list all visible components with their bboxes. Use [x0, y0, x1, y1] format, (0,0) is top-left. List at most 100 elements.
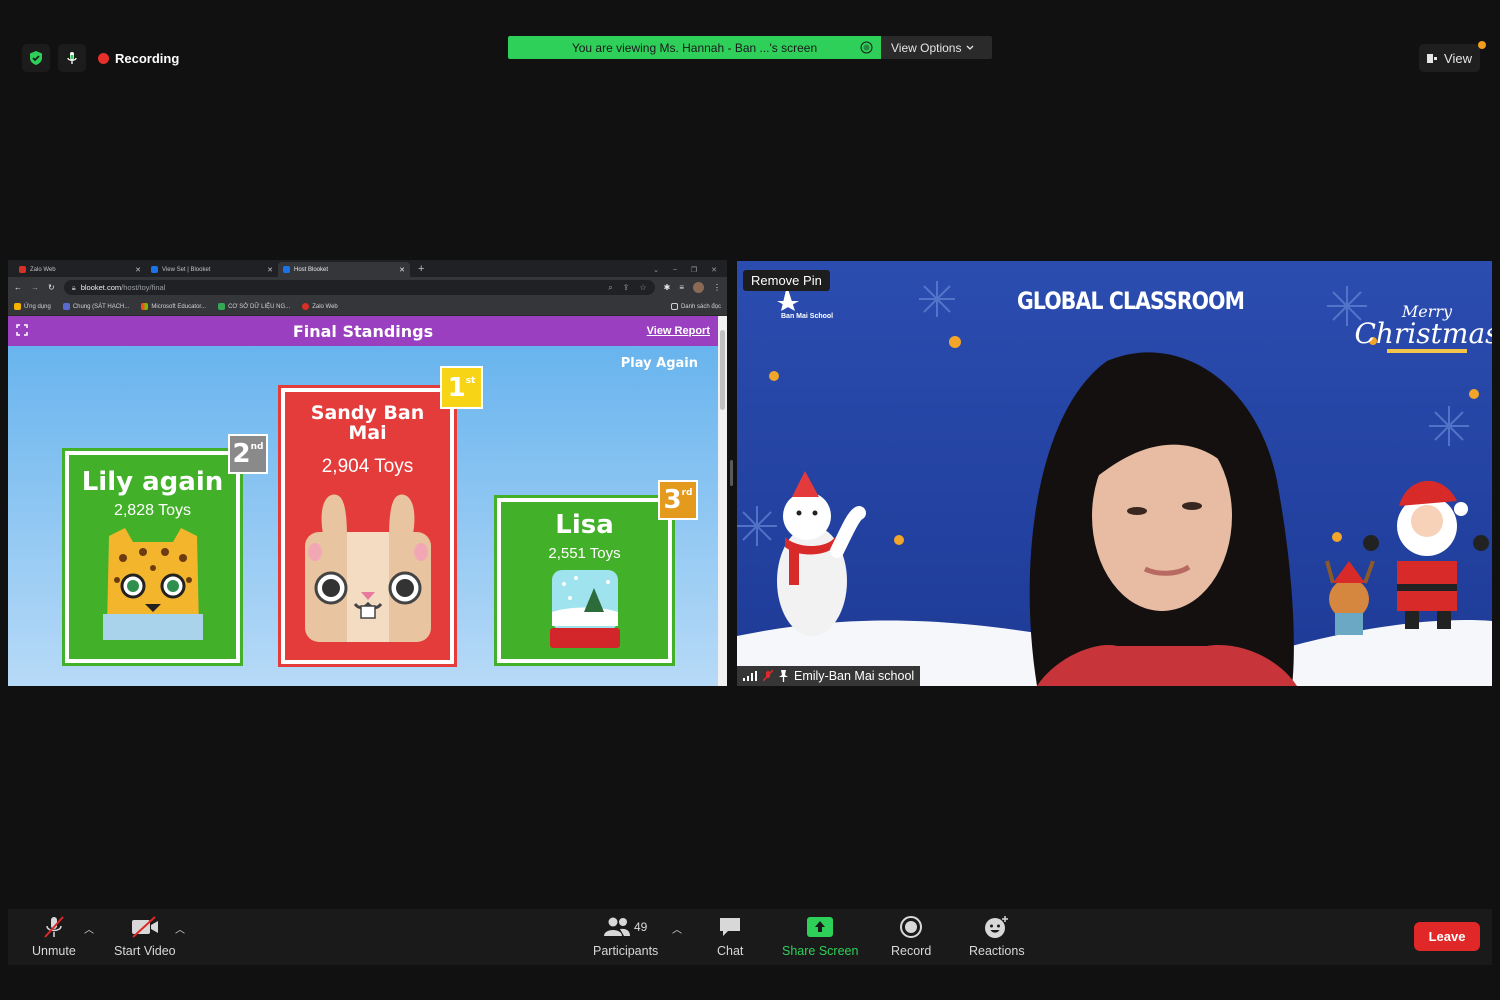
- video-feed: Christmas Merry: [737, 261, 1492, 686]
- zalo-favicon-icon: [302, 303, 310, 310]
- leave-button[interactable]: Leave: [1414, 922, 1480, 951]
- video-options-chevron-icon[interactable]: ︿: [175, 921, 185, 936]
- muted-mic-icon: [763, 670, 773, 682]
- viewing-banner-text: You are viewing Ms. Hannah - Ban ...'s s…: [571, 40, 818, 55]
- reading-list-icon: [670, 303, 678, 310]
- chevron-down-icon: [967, 45, 974, 50]
- bookmark-apps[interactable]: Ứng dụng: [14, 303, 51, 310]
- recording-indicator[interactable]: Recording: [98, 51, 179, 66]
- forward-icon[interactable]: →: [31, 283, 39, 292]
- view-layout-icon: [1427, 53, 1438, 63]
- profile-avatar[interactable]: [693, 282, 704, 293]
- chat-label: Chat: [717, 944, 744, 958]
- meeting-controls: Unmute ︿ Start Video ︿ 49 Participants ︿…: [8, 909, 1492, 965]
- bookmark-item[interactable]: CƠ SỞ DỮ LIỆU NG...: [218, 303, 290, 310]
- reading-list-label: Danh sách đọc: [680, 303, 721, 310]
- window-controls: ⌄ – ❐ ✕: [653, 262, 727, 277]
- bookmark-item[interactable]: Zalo Web: [302, 303, 338, 310]
- url-path: /host/toy/final: [121, 283, 166, 292]
- menu-icon[interactable]: ⋮: [713, 283, 721, 292]
- shared-screen-browser[interactable]: Zalo Web ✕ View Set | Blooket ✕ Host Blo…: [8, 260, 727, 686]
- participants-button[interactable]: 49 Participants: [593, 915, 658, 958]
- merry-christmas-logo: Christmas: [1354, 317, 1492, 350]
- page-scrollbar[interactable]: [718, 316, 727, 686]
- share-screen-button[interactable]: Share Screen: [782, 915, 858, 958]
- reload-icon[interactable]: ↻: [48, 283, 55, 292]
- media-icon[interactable]: ≡: [679, 283, 684, 292]
- tab-close-icon[interactable]: ✕: [399, 266, 405, 274]
- player-score: 2,551 Toys: [548, 545, 621, 563]
- global-classroom-title: GLOBAL CLASSROOM: [1017, 287, 1245, 315]
- restore-icon[interactable]: ❐: [691, 266, 697, 274]
- fullscreen-icon[interactable]: [16, 324, 28, 336]
- share-screen-label: Share Screen: [782, 944, 859, 958]
- bookmark-item[interactable]: Microsoft Educator...: [141, 303, 206, 310]
- share-status-icon: [860, 41, 873, 54]
- minimize-icon[interactable]: –: [673, 266, 677, 273]
- player-name: Lisa: [555, 510, 614, 540]
- extensions-icon[interactable]: ✱: [664, 283, 671, 292]
- remove-pin-button[interactable]: Remove Pin: [743, 270, 830, 291]
- unmute-label: Unmute: [32, 944, 76, 958]
- unmute-button[interactable]: Unmute: [32, 915, 76, 958]
- tab-close-icon[interactable]: ✕: [267, 266, 273, 274]
- bookmark-label: Microsoft Educator...: [151, 303, 207, 310]
- standing-card-2nd: Lily again 2,828 Toys: [65, 451, 240, 663]
- tab-search-icon[interactable]: ⌄: [653, 266, 659, 274]
- view-button[interactable]: View: [1419, 44, 1480, 72]
- place-suffix: rd: [681, 488, 693, 498]
- encryption-shield-icon[interactable]: [22, 44, 50, 72]
- view-options-button[interactable]: View Options: [881, 36, 992, 59]
- participant-video[interactable]: Christmas Merry Remove Pin GLOBAL CLASSR…: [737, 261, 1492, 686]
- bookmark-item[interactable]: Chung (SÁT HẠCH...: [62, 303, 130, 310]
- browser-address-bar: ← → ↻ 🔒︎ blooket.com/host/toy/final ⌕ ⇪ …: [8, 277, 727, 298]
- chat-button[interactable]: Chat: [717, 915, 743, 958]
- standing-card-1st: Sandy Ban Mai 2,904 Toys: [281, 388, 454, 664]
- zoom-icon[interactable]: ⌕: [608, 283, 612, 293]
- participants-options-chevron-icon[interactable]: ︿: [672, 921, 682, 936]
- view-report-link[interactable]: View Report: [647, 325, 710, 337]
- notification-dot: [1478, 41, 1486, 49]
- pin-icon: [779, 670, 788, 682]
- tab-close-icon[interactable]: ✕: [135, 266, 141, 274]
- new-tab-icon[interactable]: +: [418, 262, 424, 277]
- reading-list[interactable]: Danh sách đọc: [670, 303, 721, 310]
- bookmark-label: Ứng dụng: [24, 303, 51, 310]
- bookmark-label: CƠ SỞ DỮ LIỆU NG...: [228, 303, 291, 310]
- apps-grid-icon: [14, 303, 21, 310]
- panel-resize-handle[interactable]: [730, 460, 733, 486]
- standing-card-3rd: Lisa 2,551 Toys: [497, 498, 672, 663]
- start-video-button[interactable]: Start Video: [114, 915, 176, 958]
- microphone-audio-icon[interactable]: [58, 44, 86, 72]
- place-badge-1st: 1st: [440, 366, 483, 409]
- place-number: 3: [663, 485, 682, 515]
- zalo-favicon-icon: [19, 266, 26, 273]
- bookmark-star-icon[interactable]: ☆: [639, 283, 646, 293]
- place-suffix: nd: [250, 442, 264, 452]
- browser-tab-host-blooket[interactable]: Host Blooket ✕: [278, 262, 410, 277]
- page-title: Final Standings: [292, 321, 434, 341]
- bookmark-label: Chung (SÁT HẠCH...: [72, 303, 130, 310]
- record-icon: [900, 916, 923, 938]
- start-video-label: Start Video: [114, 944, 176, 958]
- microphone-muted-icon: [44, 916, 64, 938]
- browser-tab-zalo[interactable]: Zalo Web ✕: [14, 262, 146, 277]
- record-button[interactable]: Record: [891, 915, 931, 958]
- place-badge-2nd: 2nd: [228, 434, 268, 474]
- close-window-icon[interactable]: ✕: [711, 266, 717, 274]
- audio-options-chevron-icon[interactable]: ︿: [84, 921, 94, 936]
- browser-tab-strip: Zalo Web ✕ View Set | Blooket ✕ Host Blo…: [8, 260, 727, 277]
- scroll-thumb[interactable]: [720, 330, 725, 410]
- reactions-button[interactable]: Reactions: [969, 915, 1025, 958]
- tab-label: View Set | Blooket: [162, 266, 211, 273]
- bookmark-label: Zalo Web: [312, 303, 338, 310]
- play-again-button[interactable]: Play Again: [621, 356, 698, 371]
- url-field[interactable]: 🔒︎ blooket.com/host/toy/final ⌕ ⇪ ☆: [63, 280, 655, 295]
- share-icon[interactable]: ⇪: [623, 283, 630, 293]
- back-icon[interactable]: ←: [14, 283, 22, 292]
- svg-text:Merry: Merry: [1401, 302, 1453, 321]
- smiley-reaction-icon: [984, 916, 1008, 938]
- leopard-avatar-icon: [102, 528, 203, 641]
- lock-icon: 🔒︎: [71, 282, 76, 292]
- browser-tab-view-set[interactable]: View Set | Blooket ✕: [146, 262, 278, 277]
